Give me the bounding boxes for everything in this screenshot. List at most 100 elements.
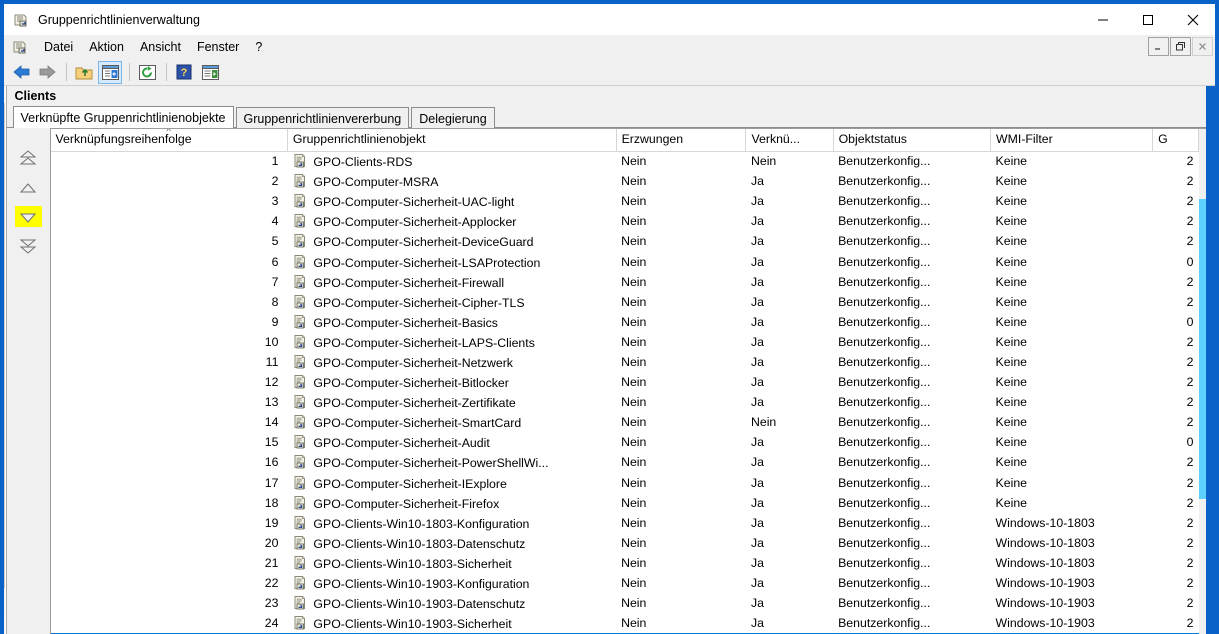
tree-scrollbar[interactable] bbox=[4, 86, 5, 634]
move-up-button[interactable] bbox=[15, 177, 42, 198]
cell-object-status: Benutzerkonfig... bbox=[838, 294, 931, 309]
cell-gpo-status: 2 bbox=[1186, 475, 1194, 490]
table-row[interactable]: 20 GPO-Clients-Win10-1803-Datenschutz Nein… bbox=[51, 533, 1199, 553]
table-row[interactable]: 22 GPO-Clients-Win10-1903-Konfiguration Ne… bbox=[51, 573, 1199, 593]
link-order-value: 9 bbox=[271, 314, 279, 329]
menu-item-datei[interactable]: Datei bbox=[36, 37, 81, 57]
gpo-name-label: GPO-Clients-Win10-1903-Datenschutz bbox=[313, 597, 526, 612]
cell-gpo-name: GPO-Clients-Win10-1803-Sicherheit bbox=[287, 553, 616, 573]
window-controls bbox=[1080, 4, 1215, 35]
cell-wmi-filter: Windows-10-1803 bbox=[995, 515, 1095, 530]
main-split: Gesamtstruktur: ws.itsDomänenws.itsDefau… bbox=[4, 86, 1215, 634]
cell-object-status: Benutzerkonfig... bbox=[838, 435, 931, 450]
refresh-icon[interactable] bbox=[135, 61, 159, 84]
cell-link-order: 6 bbox=[51, 251, 288, 271]
column-header-g[interactable]: G bbox=[1152, 129, 1199, 152]
cell-linked: Ja bbox=[750, 395, 764, 410]
cell-linked: Ja bbox=[750, 254, 764, 269]
cell-gpo-status: 2 bbox=[1186, 194, 1194, 209]
column-header-gruppenrichtlinienobjekt[interactable]: Gruppenrichtlinienobjekt bbox=[287, 129, 617, 152]
move-to-top-button[interactable] bbox=[15, 148, 42, 169]
page-title: Clients bbox=[6, 86, 1215, 106]
cell-gpo-status: 2 bbox=[1186, 174, 1194, 189]
table-row[interactable]: 3 GPO-Computer-Sicherheit-UAC-light Nein Ja… bbox=[51, 191, 1199, 211]
help-icon[interactable]: ? bbox=[172, 61, 196, 84]
cell-gpo-name: GPO-Clients-Win10-1803-Konfiguration bbox=[287, 513, 616, 533]
cell-gpo-status: 2 bbox=[1186, 616, 1194, 631]
gpo-name-label: GPO-Computer-Sicherheit-LSAProtection bbox=[313, 255, 541, 270]
mdi-minimize-button[interactable] bbox=[1148, 37, 1169, 56]
tab-gpo-vererbung[interactable]: Gruppenrichtlinienvererbung bbox=[235, 107, 410, 128]
minimize-button[interactable] bbox=[1080, 4, 1125, 35]
table-row[interactable]: 17 GPO-Computer-Sicherheit-IExplore Nein Ja… bbox=[51, 473, 1199, 493]
cell-gpo-status: 0 bbox=[1186, 314, 1194, 329]
table-row[interactable]: 19 GPO-Clients-Win10-1803-Konfiguration Ne… bbox=[51, 513, 1199, 533]
move-to-bottom-button[interactable] bbox=[15, 235, 42, 256]
menu-bar: Datei Aktion Ansicht Fenster ? bbox=[4, 35, 1215, 59]
link-order-value: 21 bbox=[264, 555, 279, 570]
move-down-button[interactable] bbox=[14, 206, 42, 227]
gpo-link-icon bbox=[292, 434, 309, 450]
menu-item-fenster[interactable]: Fenster bbox=[189, 37, 247, 57]
table-row[interactable]: 10 GPO-Computer-Sicherheit-LAPS-Clients Ne… bbox=[51, 332, 1199, 352]
column-header-objektstatus[interactable]: Objektstatus bbox=[833, 129, 992, 152]
table-row[interactable]: 21 GPO-Clients-Win10-1803-Sicherheit Nein J… bbox=[51, 553, 1199, 573]
column-header-verknuepfungsreihenfolge[interactable]: ^ Verknüpfungsreihenfolge bbox=[50, 129, 288, 152]
cell-link-order: 21 bbox=[51, 553, 288, 573]
menu-item-ansicht[interactable]: Ansicht bbox=[132, 37, 189, 57]
gpo-link-listview[interactable]: ^ Verknüpfungsreihenfolge Gruppenrichtli… bbox=[49, 128, 1199, 634]
cell-gpo-name: GPO-Computer-Sicherheit-LAPS-Clients bbox=[287, 332, 616, 352]
menu-item-aktion[interactable]: Aktion bbox=[81, 37, 132, 57]
column-header-verknuepft[interactable]: Verknü... bbox=[745, 129, 834, 152]
table-row[interactable]: 1 GPO-Clients-RDS Nein Nein Benutzerkonfig..… bbox=[51, 151, 1199, 171]
menu-item-hilfe[interactable]: ? bbox=[247, 37, 270, 57]
mdi-restore-button[interactable] bbox=[1170, 37, 1191, 56]
up-folder-icon[interactable] bbox=[72, 61, 96, 84]
gpo-link-icon bbox=[292, 374, 309, 390]
table-row[interactable]: 7 GPO-Computer-Sicherheit-Firewall Nein Ja B… bbox=[51, 272, 1199, 292]
cell-link-order: 10 bbox=[51, 332, 288, 352]
cell-linked: Ja bbox=[750, 354, 764, 369]
table-row[interactable]: 23 GPO-Clients-Win10-1903-Datenschutz Nein… bbox=[51, 593, 1199, 613]
maximize-button[interactable] bbox=[1125, 4, 1170, 35]
forward-icon[interactable] bbox=[35, 61, 59, 84]
table-row[interactable]: 8 GPO-Computer-Sicherheit-Cipher-TLS Nein J… bbox=[51, 292, 1199, 312]
cell-link-order: 24 bbox=[51, 613, 288, 633]
table-row[interactable]: 24 GPO-Clients-Win10-1903-Sicherheit Nein J… bbox=[51, 613, 1199, 633]
back-icon[interactable] bbox=[9, 61, 33, 84]
properties-icon[interactable] bbox=[198, 61, 222, 84]
column-header-erzwungen[interactable]: Erzwungen bbox=[616, 129, 747, 152]
table-row[interactable]: 12 GPO-Computer-Sicherheit-Bitlocker Nein J… bbox=[51, 372, 1199, 392]
gpo-link-icon bbox=[292, 213, 309, 229]
cell-wmi-filter: Keine bbox=[995, 194, 1027, 209]
column-header-wmi-filter[interactable]: WMI-Filter bbox=[990, 129, 1154, 152]
tab-verknuepfte-gpos[interactable]: Verknüpfte Gruppenrichtlinienobjekte bbox=[12, 106, 234, 128]
toolbar-separator-3 bbox=[166, 63, 167, 81]
table-row[interactable]: 15 GPO-Computer-Sicherheit-Audit Nein Ja Ben… bbox=[51, 432, 1199, 452]
mdi-close-button[interactable] bbox=[1192, 37, 1213, 56]
table-row[interactable]: 13 GPO-Computer-Sicherheit-Zertifikate Nei… bbox=[51, 392, 1199, 412]
cell-gpo-status: 2 bbox=[1186, 354, 1194, 369]
link-order-value: 1 bbox=[271, 154, 279, 169]
cell-link-order: 16 bbox=[51, 452, 288, 472]
table-row[interactable]: 5 GPO-Computer-Sicherheit-DeviceGuard Nein… bbox=[51, 231, 1199, 251]
table-row[interactable]: 6 GPO-Computer-Sicherheit-LSAProtection Ne… bbox=[51, 251, 1199, 271]
table-row[interactable]: 16 GPO-Computer-Sicherheit-PowerShellWi..… bbox=[51, 452, 1199, 472]
cell-linked: Ja bbox=[750, 596, 764, 611]
cell-object-status: Benutzerkonfig... bbox=[838, 475, 931, 490]
show-hide-tree-icon[interactable] bbox=[98, 60, 122, 84]
column-label: Gruppenrichtlinienobjekt bbox=[292, 132, 426, 147]
cell-wmi-filter: Windows-10-1803 bbox=[995, 555, 1095, 570]
table-row[interactable]: 18 GPO-Computer-Sicherheit-Firefox Nein Ja B… bbox=[51, 493, 1199, 513]
table-row[interactable]: 11 GPO-Computer-Sicherheit-Netzwerk Nein Ja… bbox=[51, 352, 1199, 372]
table-row[interactable]: 4 GPO-Computer-Sicherheit-Applocker Nein Ja… bbox=[51, 211, 1199, 231]
cell-enforced: Nein bbox=[621, 455, 647, 470]
table-row[interactable]: 14 GPO-Computer-Sicherheit-SmartCard Nein N… bbox=[51, 412, 1199, 432]
tab-delegierung[interactable]: Delegierung bbox=[411, 107, 495, 128]
table-row[interactable]: 9 GPO-Computer-Sicherheit-Basics Nein Ja Ben… bbox=[51, 312, 1199, 332]
cell-gpo-name: GPO-Computer-Sicherheit-PowerShellWi... bbox=[287, 452, 616, 472]
table-row[interactable]: 2 GPO-Computer-MSRA Nein Ja Benutzerkonfig..… bbox=[51, 171, 1199, 191]
link-order-value: 16 bbox=[264, 455, 279, 470]
close-button[interactable] bbox=[1170, 4, 1215, 35]
link-order-list-area: ^ Verknüpfungsreihenfolge Gruppenrichtli… bbox=[6, 128, 1215, 634]
